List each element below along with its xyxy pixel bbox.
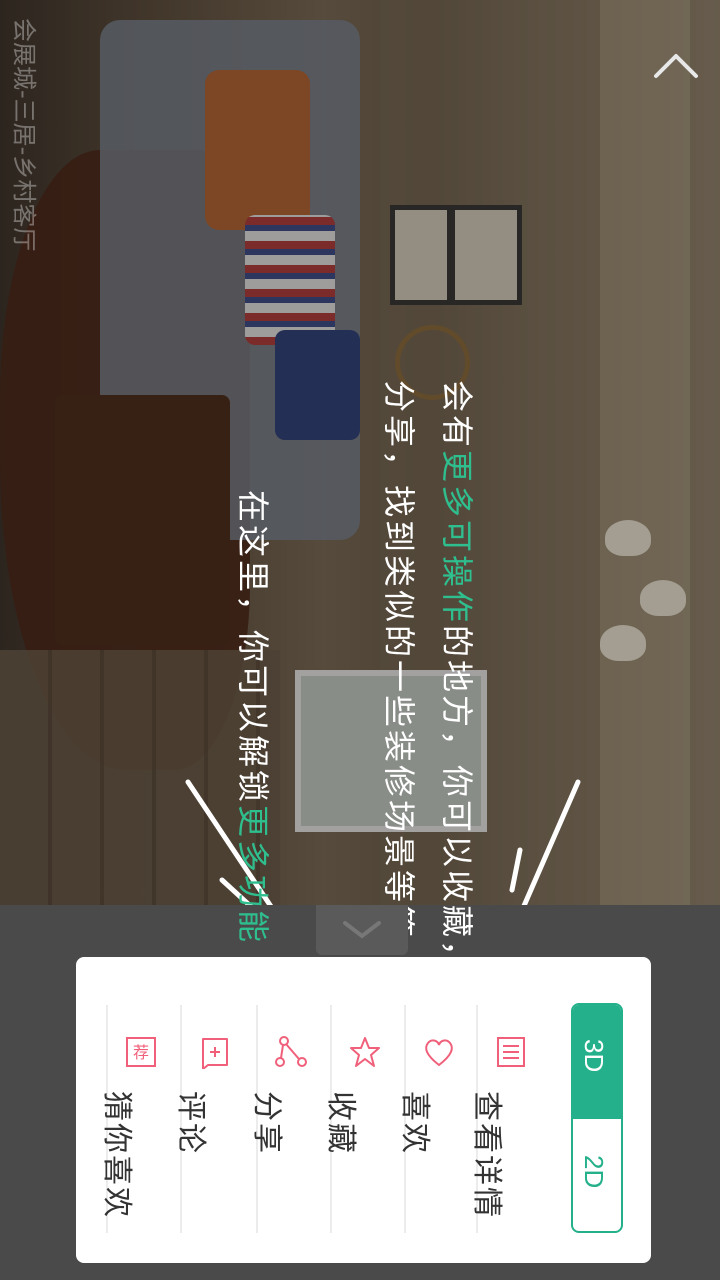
panel-collapse-handle[interactable] — [316, 905, 408, 955]
mode-3d-label: 3D — [579, 1039, 609, 1073]
menu-item-details[interactable]: 查看详情 — [469, 1005, 546, 1233]
guide-text-line3: 在这里，你可以解锁更多功能 — [232, 490, 278, 945]
guide-text-line2: 分享，找到类似的一些装修场景等等， — [380, 380, 418, 976]
mode-2d-button[interactable]: 2D — [578, 1155, 609, 1231]
menu-item-label: 收藏 — [323, 1091, 358, 1155]
chevron-down-icon — [343, 921, 381, 939]
menu-item-comment[interactable]: 评论 — [173, 1005, 250, 1233]
guide-text: 会有 — [438, 380, 476, 451]
menu-item-label: 查看详情 — [469, 1091, 504, 1219]
guide-text: 在这里，你可以解锁 — [234, 490, 272, 806]
star-icon — [350, 1037, 380, 1067]
view-mode-toggle[interactable]: 3D 2D — [571, 1003, 623, 1233]
panorama-view[interactable] — [0, 0, 720, 905]
heart-icon — [425, 1039, 453, 1067]
comment-icon — [202, 1038, 228, 1069]
guide-text: 的地方，你可以收藏， — [438, 625, 476, 976]
action-panel: 3D 2D 查看详情 喜欢 收藏 分享 评论 荐 猜你喜欢 — [76, 957, 651, 1263]
menu-item-label: 喜欢 — [397, 1091, 432, 1155]
menu-item-label: 评论 — [173, 1091, 208, 1155]
guide-strokes — [185, 779, 581, 905]
menu-item-label: 猜你喜欢 — [99, 1091, 134, 1219]
menu-item-label: 分享 — [249, 1091, 284, 1155]
recommend-badge: 荐 — [133, 1043, 149, 1062]
list-icon — [497, 1037, 525, 1067]
guide-highlight: 更多功能 — [234, 805, 272, 946]
menu-item-like[interactable]: 喜欢 — [397, 1005, 474, 1233]
share-icon — [275, 1036, 307, 1067]
menu-item-share[interactable]: 分享 — [249, 1005, 326, 1233]
menu-item-recommend[interactable]: 荐 猜你喜欢 — [99, 1005, 176, 1233]
collapse-up-icon[interactable] — [648, 40, 704, 96]
recommend-icon: 荐 — [126, 1037, 156, 1067]
menu-item-favorite[interactable]: 收藏 — [323, 1005, 400, 1233]
guide-text-line1: 会有更多可操作的地方，你可以收藏， — [436, 380, 482, 975]
guide-highlight: 更多可操作 — [438, 450, 476, 626]
room-title: 会展城-三居-乡村客厅 — [10, 18, 38, 252]
